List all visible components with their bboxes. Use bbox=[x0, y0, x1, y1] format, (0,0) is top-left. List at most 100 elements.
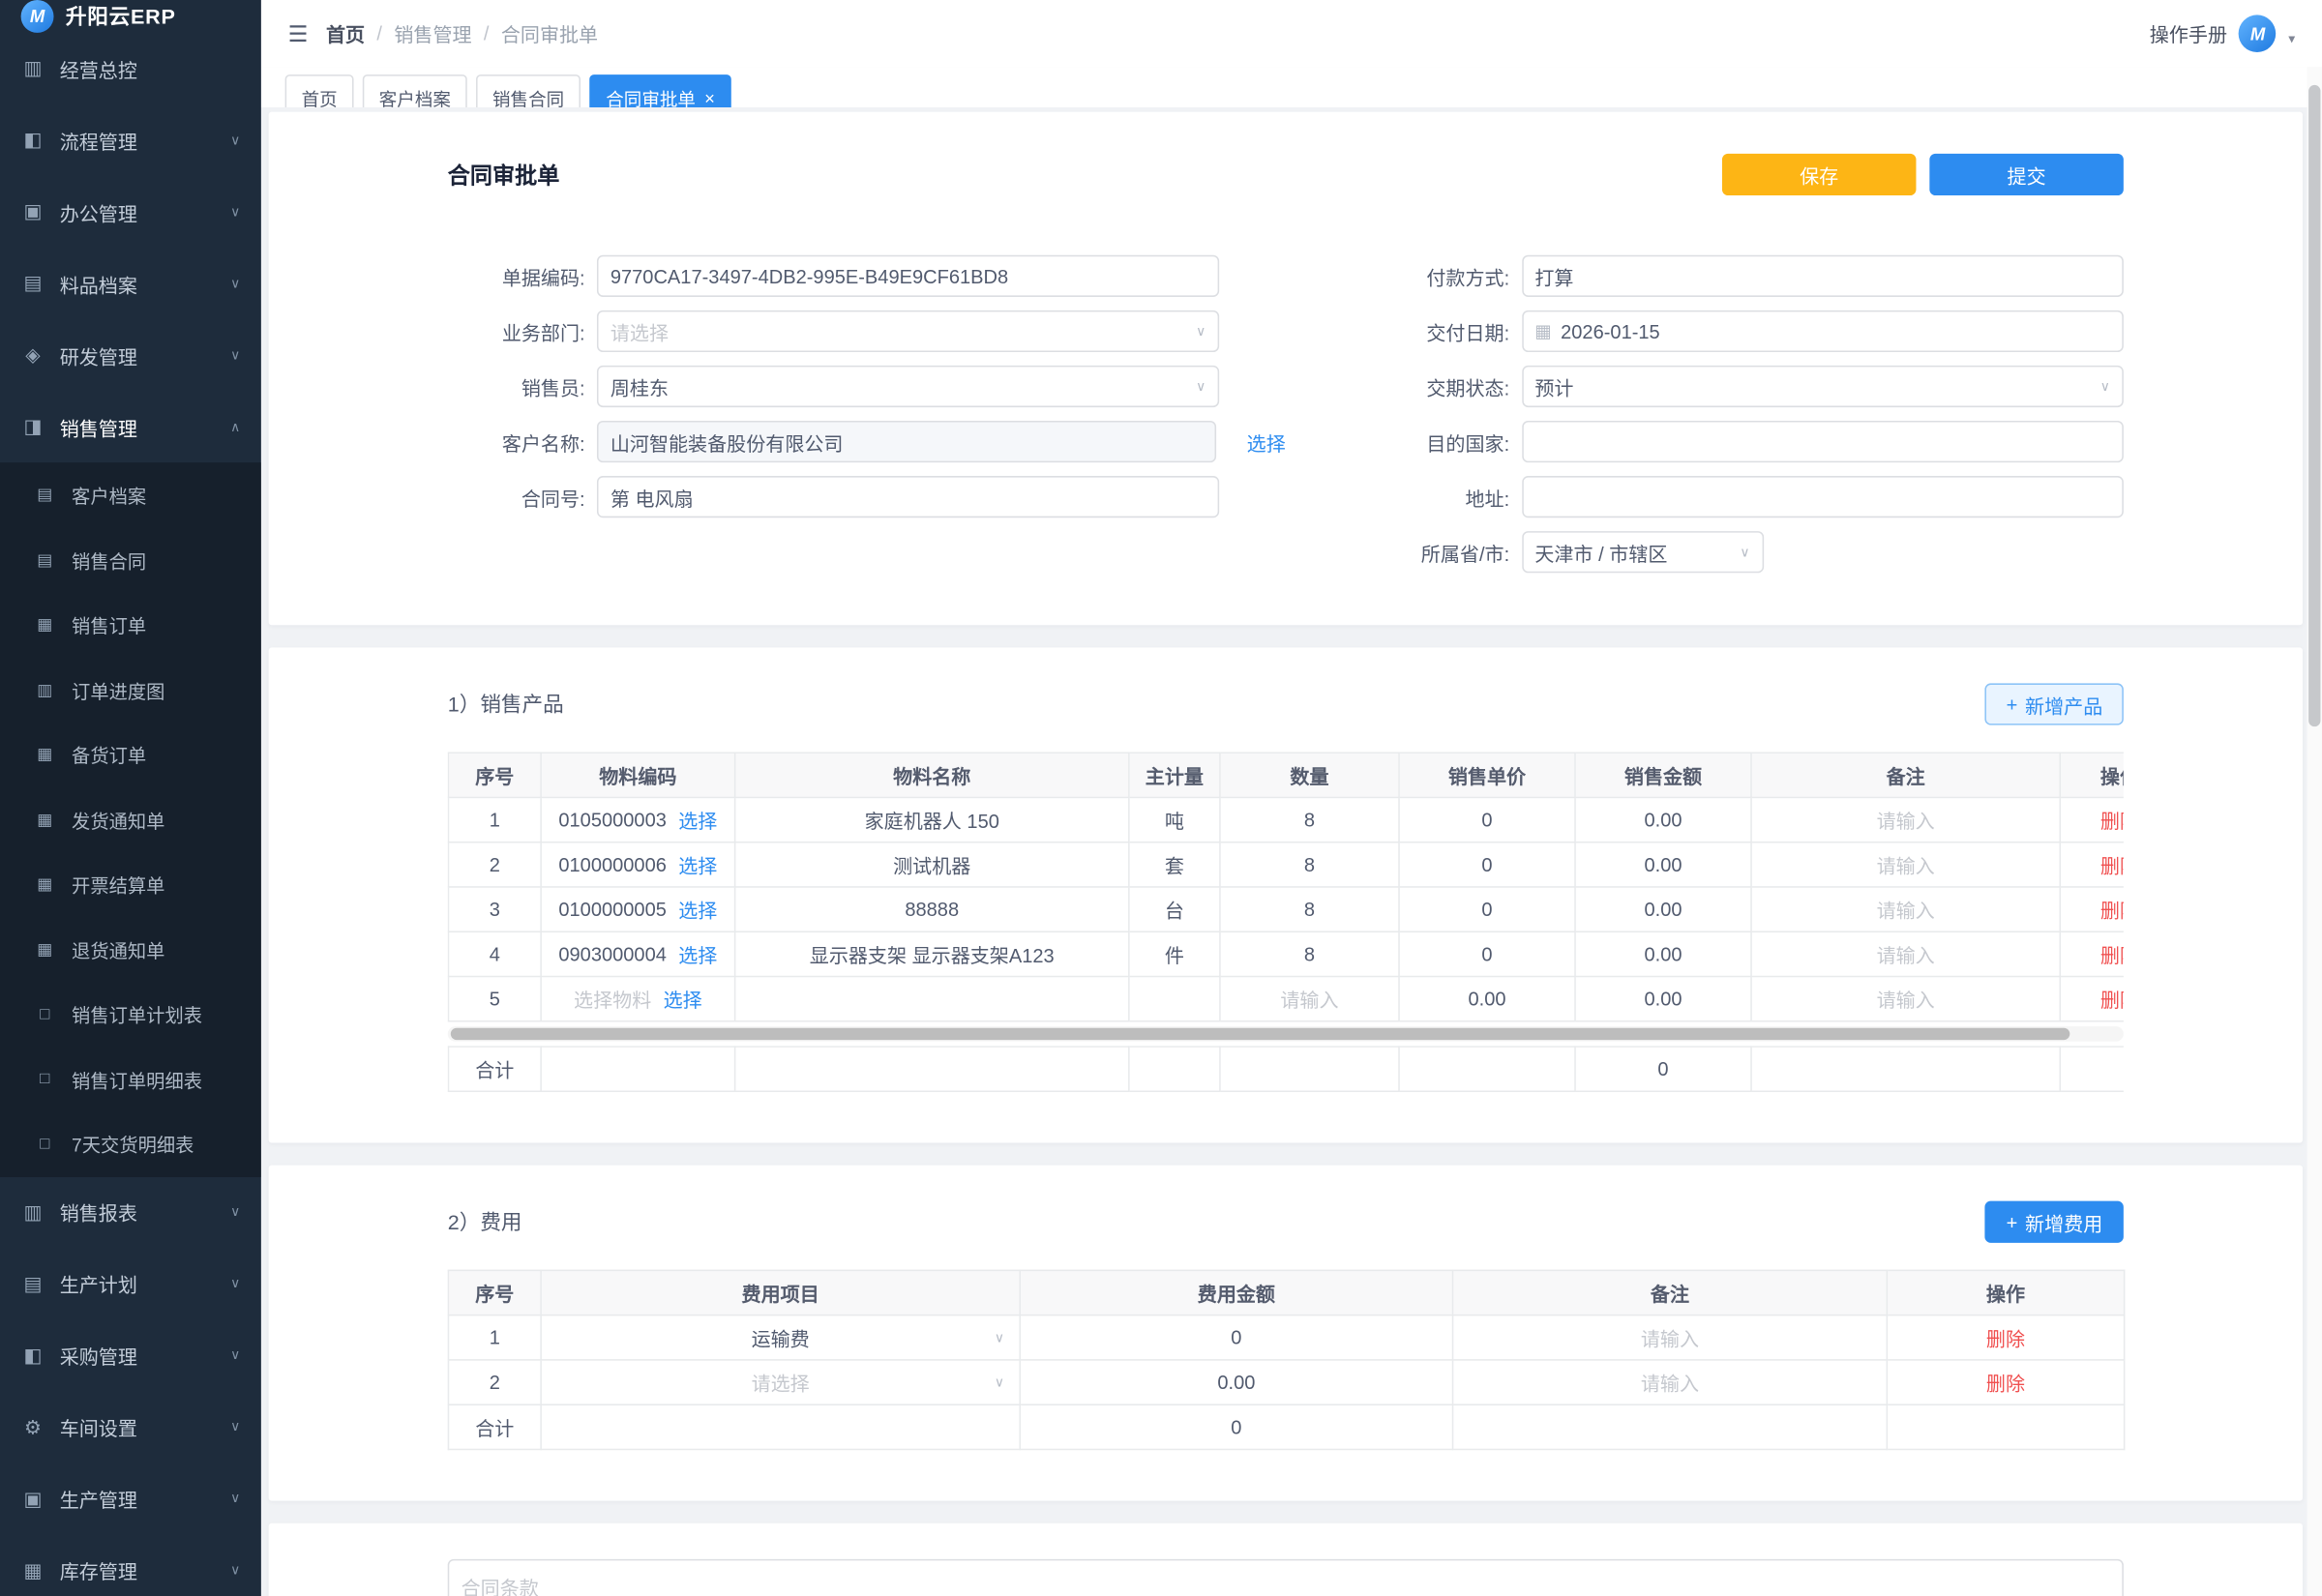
qty-cell[interactable]: 8 bbox=[1220, 797, 1399, 842]
sidebar-item-office-mgmt[interactable]: ▣ 办公管理 ∨ bbox=[0, 176, 261, 248]
remark-cell[interactable]: 请输入 bbox=[1751, 797, 2060, 842]
salesman-select[interactable]: 周桂东 ∨ bbox=[597, 366, 1219, 407]
contract-terms-input[interactable] bbox=[448, 1559, 2124, 1596]
sidebar-item-rd-mgmt[interactable]: ◈ 研发管理 ∨ bbox=[0, 319, 261, 391]
fee-item-select[interactable]: 请选择 ∨ bbox=[541, 1360, 1020, 1404]
sidebar-sub-stock-order[interactable]: ▦ 备货订单 bbox=[0, 723, 261, 787]
remark-cell[interactable]: 请输入 bbox=[1751, 977, 2060, 1021]
sidebar-item-inventory-mgmt[interactable]: ▦ 库存管理 ∨ bbox=[0, 1534, 261, 1596]
code-cell: 选择物料选择 bbox=[541, 977, 735, 1021]
payment-field[interactable] bbox=[1521, 255, 2123, 297]
sidebar-item-material-archives[interactable]: ▤ 料品档案 ∨ bbox=[0, 248, 261, 319]
tab-sales-contract[interactable]: 销售合同 bbox=[476, 74, 580, 107]
chevron-down-icon[interactable]: ▾ bbox=[2288, 31, 2295, 47]
remark-cell[interactable]: 请输入 bbox=[1453, 1315, 1888, 1360]
sidebar-sub-sales-order[interactable]: ▦ 销售订单 bbox=[0, 592, 261, 657]
breadcrumb-home[interactable]: 首页 bbox=[326, 19, 365, 47]
sidebar-sub-invoice-settlement[interactable]: ▦ 开票结算单 bbox=[0, 852, 261, 917]
sidebar-item-dashboard[interactable]: ▥ 经营总控 bbox=[0, 33, 261, 104]
app-window: M 升阳云ERP ▥ 经营总控 ◧ 流程管理 ∨ ▣ 办公管理 ∨ ▤ 料品档案… bbox=[0, 0, 2322, 1596]
dest-country-field[interactable] bbox=[1521, 421, 2123, 462]
delivery-status-select[interactable]: 预计 ∨ bbox=[1521, 366, 2123, 407]
sheet-icon: □ bbox=[33, 1135, 57, 1153]
remark-cell[interactable]: 请输入 bbox=[1751, 887, 2060, 931]
contract-no-field[interactable] bbox=[597, 476, 1219, 517]
grid-icon: ▦ bbox=[33, 745, 57, 764]
delete-row-link[interactable]: 删除 bbox=[1986, 1328, 2025, 1350]
save-button[interactable]: 保存 bbox=[1722, 154, 1917, 195]
add-product-button[interactable]: + 新增产品 bbox=[1985, 683, 2124, 724]
delete-row-link[interactable]: 删除 bbox=[2100, 811, 2124, 833]
delete-row-link[interactable]: 删除 bbox=[2100, 900, 2124, 922]
tab-customer-archives[interactable]: 客户档案 bbox=[363, 74, 467, 107]
sidebar-sub-sales-order-plan[interactable]: □ 销售订单计划表 bbox=[0, 982, 261, 1047]
delete-row-link[interactable]: 删除 bbox=[2100, 944, 2124, 966]
horizontal-scrollbar-thumb[interactable] bbox=[451, 1028, 2070, 1040]
products-section-title: 1）销售产品 bbox=[448, 690, 564, 720]
choose-material-link[interactable]: 选择 bbox=[678, 895, 717, 923]
manual-link[interactable]: 操作手册 bbox=[2150, 19, 2227, 47]
choose-material-link[interactable]: 选择 bbox=[678, 850, 717, 878]
sidebar-item-production-mgmt[interactable]: ▣ 生产管理 ∨ bbox=[0, 1463, 261, 1534]
breadcrumb-sales-mgmt[interactable]: 销售管理 bbox=[394, 19, 471, 47]
region-cascader[interactable]: 天津市 / 市辖区 ∨ bbox=[1521, 531, 1763, 573]
form-row: 交付日期: ▦ 2026-01-15 bbox=[1286, 310, 2124, 352]
sidebar-item-sales-mgmt[interactable]: ◨ 销售管理 ∧ bbox=[0, 391, 261, 462]
chevron-down-icon: ∨ bbox=[1196, 378, 1206, 395]
fee-item-select[interactable]: 运输费 ∨ bbox=[541, 1315, 1020, 1360]
remark-cell[interactable]: 请输入 bbox=[1453, 1360, 1888, 1404]
qty-cell[interactable]: 请输入 bbox=[1220, 977, 1399, 1021]
qty-cell[interactable]: 8 bbox=[1220, 931, 1399, 976]
sidebar-item-workshop-settings[interactable]: ⚙ 车间设置 ∨ bbox=[0, 1391, 261, 1463]
sidebar-sub-sales-contract[interactable]: ▤ 销售合同 bbox=[0, 527, 261, 592]
price-cell[interactable]: 0.00 bbox=[1399, 977, 1575, 1021]
chevron-down-icon: ∨ bbox=[230, 204, 240, 221]
sidebar-item-purchase-mgmt[interactable]: ◧ 采购管理 ∨ bbox=[0, 1319, 261, 1391]
qty-cell[interactable]: 8 bbox=[1220, 842, 1399, 887]
sidebar-sub-sales-order-detail[interactable]: □ 销售订单明细表 bbox=[0, 1047, 261, 1111]
price-cell[interactable]: 0 bbox=[1399, 842, 1575, 887]
unit-cell: 台 bbox=[1129, 887, 1220, 931]
sidebar-sub-delivery-notice[interactable]: ▦ 发货通知单 bbox=[0, 787, 261, 852]
sidebar-sub-return-notice[interactable]: ▦ 退货通知单 bbox=[0, 917, 261, 982]
sidebar-item-process-mgmt[interactable]: ◧ 流程管理 ∨ bbox=[0, 104, 261, 176]
tab-home[interactable]: 首页 bbox=[285, 74, 354, 107]
delivery-date-label: 交付日期: bbox=[1286, 317, 1522, 345]
actions-cell: 删除 bbox=[1887, 1315, 2124, 1360]
add-fee-button[interactable]: + 新增费用 bbox=[1985, 1201, 2124, 1243]
form-row: 交期状态: 预计 ∨ bbox=[1286, 366, 2124, 407]
sidebar-sub-order-progress[interactable]: ▥ 订单进度图 bbox=[0, 657, 261, 722]
fee-amount-cell[interactable]: 0.00 bbox=[1020, 1360, 1452, 1404]
dept-select[interactable]: 请选择 ∨ bbox=[597, 310, 1219, 352]
product-row: 3 0100000005选择 88888 台 8 0 0.00 请输入 删除 bbox=[448, 887, 2123, 931]
sidebar-item-sales-report[interactable]: ▥ 销售报表 ∨ bbox=[0, 1176, 261, 1248]
sidebar-item-label: 生产管理 bbox=[60, 1485, 137, 1513]
address-field[interactable] bbox=[1521, 476, 2123, 517]
tab-contract-approval[interactable]: 合同审批单 × bbox=[589, 74, 731, 107]
price-cell[interactable]: 0 bbox=[1399, 797, 1575, 842]
choose-material-link[interactable]: 选择 bbox=[664, 985, 702, 1013]
remark-cell[interactable]: 请输入 bbox=[1751, 842, 2060, 887]
submit-button[interactable]: 提交 bbox=[1929, 154, 2124, 195]
sidebar-sub-7day-delivery-detail[interactable]: □ 7天交货明细表 bbox=[0, 1111, 261, 1176]
doc-code-field[interactable] bbox=[597, 255, 1219, 297]
delete-row-link[interactable]: 删除 bbox=[2100, 855, 2124, 877]
dest-country-label: 目的国家: bbox=[1286, 428, 1522, 456]
customer-choose-link[interactable]: 选择 bbox=[1247, 428, 1286, 456]
price-cell[interactable]: 0 bbox=[1399, 931, 1575, 976]
fee-amount-cell[interactable]: 0 bbox=[1020, 1315, 1452, 1360]
choose-material-link[interactable]: 选择 bbox=[678, 806, 717, 834]
delete-row-link[interactable]: 删除 bbox=[1986, 1373, 2025, 1395]
choose-material-link[interactable]: 选择 bbox=[678, 940, 717, 968]
delete-row-link[interactable]: 删除 bbox=[2100, 990, 2124, 1012]
collapse-menu-icon[interactable]: ☰ bbox=[288, 20, 309, 47]
price-cell[interactable]: 0 bbox=[1399, 887, 1575, 931]
qty-cell[interactable]: 8 bbox=[1220, 887, 1399, 931]
avatar[interactable]: M bbox=[2239, 15, 2277, 52]
remark-cell[interactable]: 请输入 bbox=[1751, 931, 2060, 976]
vertical-scrollbar-thumb[interactable] bbox=[2308, 85, 2320, 726]
sidebar-sub-customer-archives[interactable]: ▤ 客户档案 bbox=[0, 462, 261, 527]
sidebar-item-production-plan[interactable]: ▤ 生产计划 ∨ bbox=[0, 1248, 261, 1319]
close-icon[interactable]: × bbox=[704, 88, 715, 107]
delivery-date-picker[interactable]: ▦ 2026-01-15 bbox=[1521, 310, 2123, 352]
